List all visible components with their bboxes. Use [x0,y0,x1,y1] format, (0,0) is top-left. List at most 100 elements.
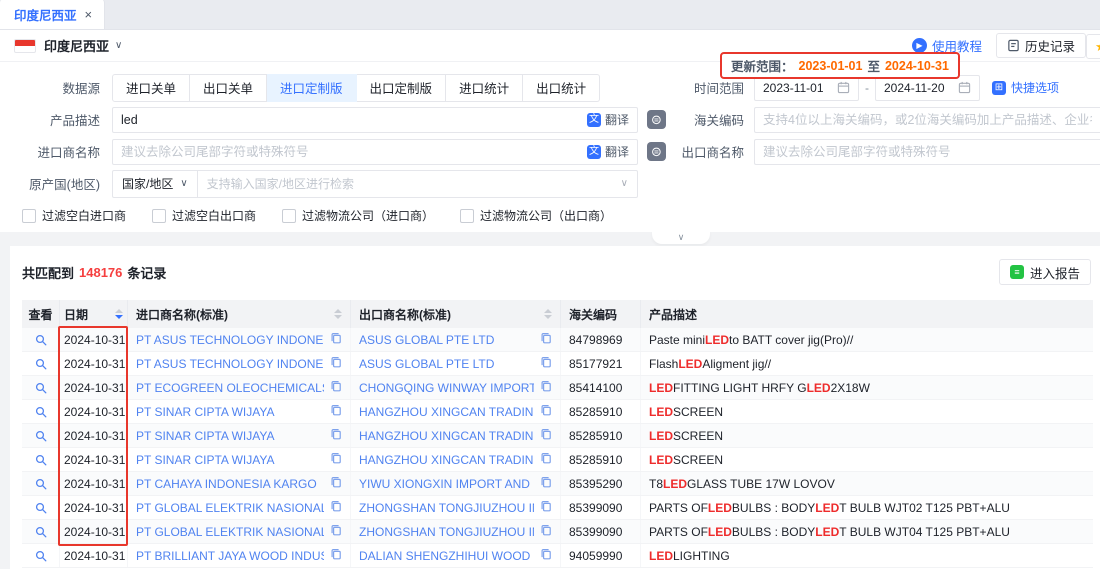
date-cell: 2024-10-31 [60,424,128,447]
exporter-input[interactable] [763,145,1092,159]
exporter-cell: ASUS GLOBAL PTE LTD [351,328,561,351]
copy-icon[interactable] [540,524,552,539]
copy-icon[interactable] [330,500,342,515]
copy-icon[interactable] [330,476,342,491]
sort-icon[interactable] [544,309,552,319]
origin-control: 国家/地区 ∨ 支持输入国家/地区进行检索 ∨ [112,170,638,198]
sort-icon[interactable] [115,309,123,319]
source-tab-进口统计[interactable]: 进口统计 [446,74,523,102]
copy-icon[interactable] [330,356,342,371]
importer-link[interactable]: PT GLOBAL ELEKTRIK NASIONAL [136,501,324,515]
copy-icon[interactable] [540,452,552,467]
chevron-down-icon[interactable]: ∨ [115,40,122,51]
copy-icon[interactable] [330,428,342,443]
checkbox-icon[interactable] [22,209,36,223]
product-input[interactable] [121,113,587,127]
filter-checkbox[interactable]: 过滤物流公司（进口商） [282,207,434,224]
magnifier-icon[interactable] [35,454,47,466]
magnifier-icon[interactable] [35,478,47,490]
view-cell [22,448,60,471]
copy-icon[interactable] [540,548,552,563]
importer-input[interactable] [121,145,587,159]
column-header[interactable]: 日期 [60,300,128,328]
description-cell: LED SCREEN [641,424,1093,447]
copy-icon[interactable] [540,500,552,515]
copy-icon[interactable] [540,476,552,491]
exporter-link[interactable]: YIWU XIONGXIN IMPORT AND EXPORT... [359,477,534,491]
copy-icon[interactable] [330,452,342,467]
copy-icon[interactable] [540,428,552,443]
source-tab-出口定制版[interactable]: 出口定制版 [357,74,447,102]
importer-link[interactable]: PT CAHAYA INDONESIA KARGO [136,477,324,491]
importer-link[interactable]: PT ECOGREEN OLEOCHEMICALS [136,381,324,395]
importer-link[interactable]: PT SINAR CIPTA WIJAYA [136,429,324,443]
exporter-cell: HANGZHOU XINGCAN TRADING CO LTD [351,424,561,447]
copy-icon[interactable] [330,548,342,563]
origin-search-input[interactable]: 支持输入国家/地区进行检索 [198,175,612,192]
tab-indonesia[interactable]: 印度尼西亚 × [0,0,105,29]
copy-icon[interactable] [540,380,552,395]
quick-options-button[interactable]: ⊞ 快捷选项 [992,79,1059,96]
magnifier-icon[interactable] [35,550,47,562]
exact-match-icon[interactable]: ⊜ [647,110,666,129]
exporter-cell: YIWU XIONGXIN IMPORT AND EXPORT... [351,472,561,495]
magnifier-icon[interactable] [35,430,47,442]
origin-type-select[interactable]: 国家/地区 ∨ [113,171,198,197]
translate-button[interactable]: 文 翻译 [587,143,629,160]
column-header[interactable]: 进口商名称(标准) [128,300,351,328]
checkbox-icon[interactable] [282,209,296,223]
checkbox-icon[interactable] [460,209,474,223]
magnifier-icon[interactable] [35,502,47,514]
date-range-label: 时间范围 [676,78,744,97]
importer-link[interactable]: PT ASUS TECHNOLOGY INDONESIA BA... [136,333,324,347]
importer-input-wrap: 文 翻译 [112,139,638,165]
source-tab-进口关单[interactable]: 进口关单 [112,74,190,102]
source-tab-进口定制版[interactable]: 进口定制版 [267,74,357,102]
filter-checkbox[interactable]: 过滤空白进口商 [22,207,126,224]
column-header[interactable]: 出口商名称(标准) [351,300,561,328]
magnifier-icon[interactable] [35,406,47,418]
exact-match-icon[interactable]: ⊜ [647,142,666,161]
importer-link[interactable]: PT ASUS TECHNOLOGY INDONESIA BA... [136,357,324,371]
filter-checkbox[interactable]: 过滤物流公司（出口商） [460,207,612,224]
filter-checkbox[interactable]: 过滤空白出口商 [152,207,256,224]
magnifier-icon[interactable] [35,358,47,370]
exporter-link[interactable]: HANGZHOU XINGCAN TRADING CO LTD [359,453,534,467]
importer-link[interactable]: PT BRILLIANT JAYA WOOD INDUSTRY [136,549,324,563]
copy-icon[interactable] [540,332,552,347]
exporter-link[interactable]: ZHONGSHAN TONGJIUZHOU INTERNA... [359,525,534,539]
close-icon[interactable]: × [85,7,93,22]
copy-icon[interactable] [540,404,552,419]
exporter-link[interactable]: DALIAN SHENGZHIHUI WOOD INDUST... [359,549,534,563]
copy-icon[interactable] [330,404,342,419]
copy-icon[interactable] [330,380,342,395]
sort-icon[interactable] [334,309,342,319]
history-button[interactable]: 历史记录 [996,33,1086,58]
copy-icon[interactable] [330,332,342,347]
exporter-link[interactable]: ZHONGSHAN TONGJIUZHOU INTERNA... [359,501,534,515]
exporter-link[interactable]: HANGZHOU XINGCAN TRADING CO LTD [359,429,534,443]
importer-cell: PT GLOBAL ELEKTRIK NASIONAL [128,520,351,543]
copy-icon[interactable] [330,524,342,539]
chevron-down-icon[interactable]: ∨ [612,178,637,189]
source-tab-出口统计[interactable]: 出口统计 [523,74,600,102]
exporter-link[interactable]: ASUS GLOBAL PTE LTD [359,333,534,347]
importer-link[interactable]: PT SINAR CIPTA WIJAYA [136,405,324,419]
collapse-panel-button[interactable]: ∨ [652,231,710,244]
translate-button[interactable]: 文 翻译 [587,111,629,128]
importer-link[interactable]: PT GLOBAL ELEKTRIK NASIONAL [136,525,324,539]
exporter-link[interactable]: ASUS GLOBAL PTE LTD [359,357,534,371]
enter-report-button[interactable]: ≡ 进入报告 [999,259,1091,285]
favorite-button[interactable]: ★ [1086,34,1100,59]
exporter-link[interactable]: HANGZHOU XINGCAN TRADING CO LTD [359,405,534,419]
hs-code-input[interactable] [763,113,1092,127]
magnifier-icon[interactable] [35,334,47,346]
exporter-link[interactable]: CHONGQING WINWAY IMPORT AND E... [359,381,534,395]
magnifier-icon[interactable] [35,526,47,538]
country-name: 印度尼西亚 [44,36,109,55]
importer-link[interactable]: PT SINAR CIPTA WIJAYA [136,453,324,467]
checkbox-icon[interactable] [152,209,166,223]
source-tab-出口关单[interactable]: 出口关单 [190,74,267,102]
magnifier-icon[interactable] [35,382,47,394]
copy-icon[interactable] [540,356,552,371]
